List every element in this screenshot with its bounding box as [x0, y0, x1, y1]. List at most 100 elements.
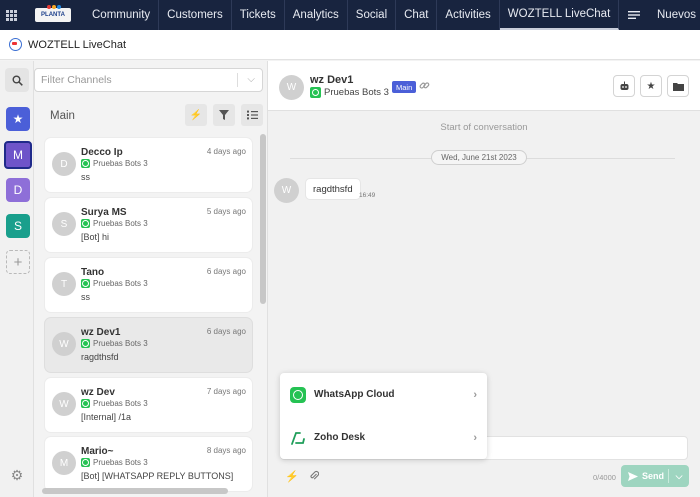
send-icon	[628, 471, 638, 481]
nav-nuevos[interactable]: Nuevos	[657, 9, 700, 21]
whatsapp-icon	[310, 87, 321, 98]
conversation-list-panel: ⌵ Main ⚡ D Decco Ip 4 days ago Pruebas B…	[34, 61, 268, 497]
chevron-down-icon[interactable]: ⌵	[669, 471, 689, 482]
inbox-badge: Main	[392, 81, 417, 93]
conversation-item-selected[interactable]: W wz Dev1 6 days ago Pruebas Bots 3 ragd…	[45, 318, 252, 372]
zoho-desk-icon	[290, 430, 306, 446]
nav-customers[interactable]: Customers	[159, 0, 232, 30]
bot-button[interactable]	[613, 75, 635, 97]
whatsapp-icon	[81, 339, 90, 348]
app-grid-icon[interactable]	[0, 0, 22, 30]
horizontal-scrollbar[interactable]	[42, 488, 228, 494]
avatar: T	[52, 272, 76, 296]
left-rail: ★ M D S + ⚙	[0, 61, 34, 497]
app-title: WOZTELL LiveChat	[28, 38, 127, 51]
send-label: Send	[642, 471, 665, 481]
link-icon[interactable]	[419, 80, 430, 94]
menu-icon[interactable]	[619, 0, 649, 30]
contact-name: Tano	[81, 267, 105, 278]
timestamp: 7 days ago	[206, 387, 246, 396]
chat-channel-label: Pruebas Bots 3	[310, 87, 389, 98]
channel-label: Pruebas Bots 3	[81, 399, 148, 408]
add-workspace-button[interactable]: +	[6, 250, 30, 274]
vertical-scrollbar[interactable]	[260, 134, 266, 304]
gear-icon[interactable]: ⚙	[9, 467, 25, 483]
whatsapp-icon	[81, 159, 90, 168]
contact-name: Surya MS	[81, 207, 127, 218]
last-message: ss	[81, 292, 90, 302]
brand-logo[interactable]: PLANTA	[22, 0, 84, 30]
nav-social[interactable]: Social	[348, 0, 397, 30]
nav-tickets[interactable]: Tickets	[232, 0, 285, 30]
robot-icon	[620, 81, 628, 90]
lightning-icon[interactable]: ⚡	[285, 470, 299, 483]
filter-channels-select[interactable]: ⌵	[34, 68, 263, 92]
app-header: WOZTELL LiveChat	[0, 30, 700, 60]
star-button[interactable]: ★	[640, 75, 662, 97]
search-icon[interactable]	[5, 68, 29, 92]
message-bubble: ragdthsfd	[305, 178, 361, 200]
avatar: W	[274, 178, 299, 203]
conversation-item[interactable]: T Tano 6 days ago Pruebas Bots 3 ss	[45, 258, 252, 312]
send-button[interactable]: Send ⌵	[621, 465, 689, 487]
nav-woztell-livechat[interactable]: WOZTELL LiveChat	[499, 0, 620, 30]
date-pill: Wed, June 21st 2023	[431, 150, 527, 165]
channel-label: Pruebas Bots 3	[81, 279, 148, 288]
timestamp: 6 days ago	[206, 267, 246, 276]
workspace-m-button[interactable]: M	[4, 141, 32, 169]
nav-activities[interactable]: Activities	[437, 0, 500, 30]
nav-community[interactable]: Community	[84, 0, 160, 30]
channel-name: Pruebas Bots 3	[93, 399, 148, 408]
whatsapp-icon	[81, 399, 90, 408]
char-counter: 0/4000	[593, 473, 616, 482]
nav-items: Community Customers Tickets Analytics So…	[84, 0, 620, 30]
avatar: M	[52, 451, 76, 475]
workspace-d-button[interactable]: D	[6, 178, 30, 202]
chevron-right-icon: ›	[473, 388, 477, 401]
avatar: S	[52, 212, 76, 236]
filter-icon[interactable]	[213, 104, 235, 126]
message-time: 16:49	[359, 192, 376, 199]
menu-item-label: Zoho Desk	[314, 432, 366, 443]
workspace-s-button[interactable]: S	[6, 214, 30, 238]
folder-button[interactable]	[667, 75, 689, 97]
contact-name: wz Dev1	[81, 327, 121, 338]
woztell-logo-icon	[9, 38, 22, 51]
menu-item-whatsapp-cloud[interactable]: WhatsApp Cloud ›	[280, 373, 487, 416]
whatsapp-icon	[81, 219, 90, 228]
chevron-down-icon[interactable]: ⌵	[247, 74, 255, 85]
channel-name: Pruebas Bots 3	[93, 279, 148, 288]
star-icon: ★	[12, 112, 24, 126]
conversation-item[interactable]: S Surya MS 5 days ago Pruebas Bots 3 [Bo…	[45, 198, 252, 252]
start-of-conversation: Start of conversation	[440, 122, 528, 133]
list-title: Main	[50, 110, 75, 122]
last-message: [Bot] hi	[81, 232, 110, 242]
channel-label: Pruebas Bots 3	[81, 219, 148, 228]
channel-label: Pruebas Bots 3	[81, 339, 148, 348]
whatsapp-icon	[290, 386, 306, 403]
filter-divider	[237, 73, 238, 87]
channel-name: Pruebas Bots 3	[93, 219, 148, 228]
menu-item-zoho-desk[interactable]: Zoho Desk ›	[280, 416, 487, 459]
chat-contact-name: wz Dev1	[310, 74, 354, 86]
conversation-item[interactable]: W wz Dev 7 days ago Pruebas Bots 3 [Inte…	[45, 378, 252, 432]
nav-chat[interactable]: Chat	[396, 0, 438, 30]
brand-logo-text: PLANTA	[41, 12, 65, 18]
folder-icon	[672, 82, 684, 91]
avatar: W	[279, 75, 304, 100]
conversation-item[interactable]: M Mario~ 8 days ago Pruebas Bots 3 [Bot]…	[45, 437, 252, 491]
starred-button[interactable]: ★	[6, 107, 30, 131]
sort-list-icon[interactable]	[241, 104, 263, 126]
conversation-item[interactable]: D Decco Ip 4 days ago Pruebas Bots 3 ss	[45, 138, 252, 192]
composer-toolbar: ⚡ 0/4000 Send ⌵	[268, 461, 700, 491]
whatsapp-icon	[81, 458, 90, 467]
chat-header: W wz Dev1 Pruebas Bots 3 Main ★	[268, 61, 700, 111]
nav-analytics[interactable]: Analytics	[285, 0, 348, 30]
timestamp: 6 days ago	[206, 327, 246, 336]
filter-channels-input[interactable]	[41, 74, 231, 86]
last-message: ragdthsfd	[81, 352, 119, 362]
lightning-icon[interactable]: ⚡	[185, 104, 207, 126]
paperclip-icon[interactable]	[309, 470, 320, 484]
last-message: [Bot] [WHATSAPP REPLY BUTTONS]	[81, 471, 234, 481]
last-message: ss	[81, 172, 90, 182]
